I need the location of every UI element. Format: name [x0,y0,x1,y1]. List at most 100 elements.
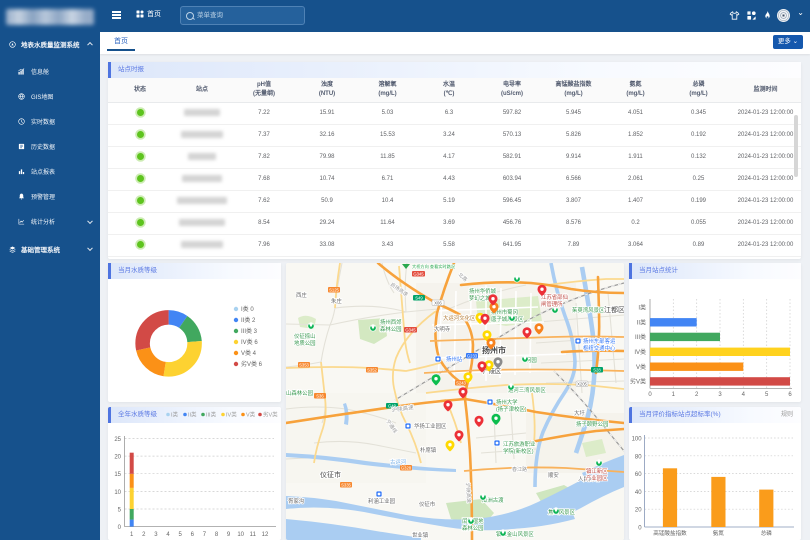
svg-text:焦山风景区: 焦山风景区 [548,508,576,516]
svg-text:11: 11 [250,532,257,538]
svg-text:III类: III类 [635,333,646,341]
svg-text:仪征市: 仪征市 [419,500,436,508]
svg-text:S352: S352 [367,367,377,372]
svg-text:森林公园: 森林公园 [462,524,484,532]
svg-text:3: 3 [718,392,722,398]
svg-text:6: 6 [191,532,195,538]
svg-text:产业园区: 产业园区 [586,474,608,482]
svg-text:15: 15 [114,472,121,478]
svg-text:IV类: IV类 [634,348,646,356]
svg-text:20: 20 [635,508,642,514]
svg-text:40: 40 [635,490,642,496]
svg-text:梦幻之城: 梦幻之城 [469,294,491,302]
svg-text:山森林公园: 山森林公园 [286,389,313,397]
svg-text:5: 5 [765,392,769,398]
svg-text:劣V类: 劣V类 [263,411,278,419]
svg-text:I类 0: I类 0 [241,305,254,313]
svg-text:(扬子津校区): (扬子津校区) [496,405,527,413]
svg-text:S353: S353 [299,362,309,367]
svg-text:大明寺: 大明寺 [434,325,451,333]
svg-text:X205: X205 [577,381,587,386]
svg-text:20: 20 [114,455,121,461]
svg-text:6: 6 [788,392,792,398]
svg-text:闸管理所: 闸管理所 [541,300,563,308]
svg-text:大运河文化区: 大运河文化区 [443,314,476,322]
svg-text:S335: S335 [341,482,351,487]
svg-text:S125: S125 [329,287,339,292]
svg-text:春江路: 春江路 [512,466,527,473]
svg-text:2: 2 [142,532,146,538]
svg-text:3: 3 [154,532,158,538]
svg-text:大圩: 大圩 [574,409,585,417]
svg-text:5: 5 [179,532,183,538]
svg-text:扬州东部客运: 扬州东部客运 [583,337,616,345]
svg-text:80: 80 [635,454,642,460]
svg-text:镇江新区: 镇江新区 [586,467,608,475]
svg-text:0: 0 [648,392,652,398]
svg-text:G328: G328 [401,465,412,470]
svg-text:朱庄: 朱庄 [331,297,342,305]
svg-text:地质公园: 地质公园 [294,339,316,347]
svg-text:2: 2 [695,392,699,398]
svg-text:高锰酸盐指数: 高锰酸盐指数 [653,529,687,537]
svg-text:III类 3: III类 3 [241,327,258,335]
svg-text:茱萸湾风景区: 茱萸湾风景区 [572,306,605,314]
svg-text:7: 7 [203,532,207,538]
svg-text:V类 4: V类 4 [241,349,257,357]
svg-text:学院(新校区): 学院(新校区) [503,447,534,455]
svg-text:G345: G345 [405,327,416,332]
svg-text:江都区: 江都区 [604,306,624,314]
svg-text:顺安: 顺安 [548,471,559,479]
svg-text:V类: V类 [246,411,256,419]
svg-text:12: 12 [262,532,269,538]
svg-text:沪陕高速: 沪陕高速 [464,483,472,503]
svg-text:9: 9 [227,532,231,538]
svg-text:X06: X06 [434,300,442,305]
svg-text:G345: G345 [413,271,424,276]
svg-text:100: 100 [632,437,643,443]
svg-text:朴席镇: 朴席镇 [420,446,437,454]
svg-text:S28: S28 [593,367,601,372]
svg-text:氨氮: 氨氮 [713,529,725,537]
svg-text:II类 2: II类 2 [241,316,256,324]
svg-text:S36: S36 [316,393,324,398]
svg-text:仪征捺山: 仪征捺山 [294,332,316,340]
svg-text:世业镇: 世业镇 [412,531,429,539]
svg-text:S243: S243 [456,380,466,385]
svg-text:60: 60 [635,472,642,478]
svg-text:III类: III类 [206,411,217,419]
svg-text:总磷: 总磷 [761,529,773,537]
svg-text:扬州西郊: 扬州西郊 [380,318,402,326]
svg-text:广陵区: 广陵区 [483,368,501,376]
svg-text:0: 0 [638,526,642,532]
svg-text:古运河: 古运河 [390,458,407,466]
svg-text:江苏旅游职业: 江苏旅游职业 [503,440,536,448]
svg-text:G233: G233 [467,353,478,358]
svg-text:劣V类: 劣V类 [630,378,646,386]
svg-text:II类: II类 [188,411,197,419]
svg-text:IV类 6: IV类 6 [241,338,258,346]
svg-text:II类: II类 [637,319,646,327]
svg-text:扬州市: 扬州市 [482,345,506,355]
svg-text:胥家沟: 胥家沟 [288,497,304,505]
svg-text:10: 10 [237,532,244,538]
svg-text:IV类: IV类 [226,411,237,419]
svg-text:8: 8 [215,532,219,538]
svg-text:枢纽交通中心: 枢纽交通中心 [583,344,616,352]
svg-text:江苏省邵仙: 江苏省邵仙 [541,293,568,301]
svg-text:1: 1 [130,532,134,538]
svg-text:1: 1 [672,392,676,398]
svg-text:森林公园: 森林公园 [380,325,402,333]
svg-text:5: 5 [118,508,122,514]
svg-text:10: 10 [114,490,121,496]
svg-text:扬州华侨城: 扬州华侨城 [469,287,497,295]
svg-text:唐子城风景区: 唐子城风景区 [491,315,524,323]
svg-text:大桥方向 查看实时路况: 大桥方向 查看实时路况 [412,263,456,270]
svg-text:西庄: 西庄 [296,291,307,299]
svg-text:扬子颐野公园: 扬子颐野公园 [576,420,608,428]
svg-text:扬州大学: 扬州大学 [496,398,518,406]
svg-text:25: 25 [114,437,121,443]
svg-text:扬州站: 扬州站 [446,355,463,363]
svg-text:S49: S49 [415,295,423,300]
svg-text:I类: I类 [638,304,646,312]
